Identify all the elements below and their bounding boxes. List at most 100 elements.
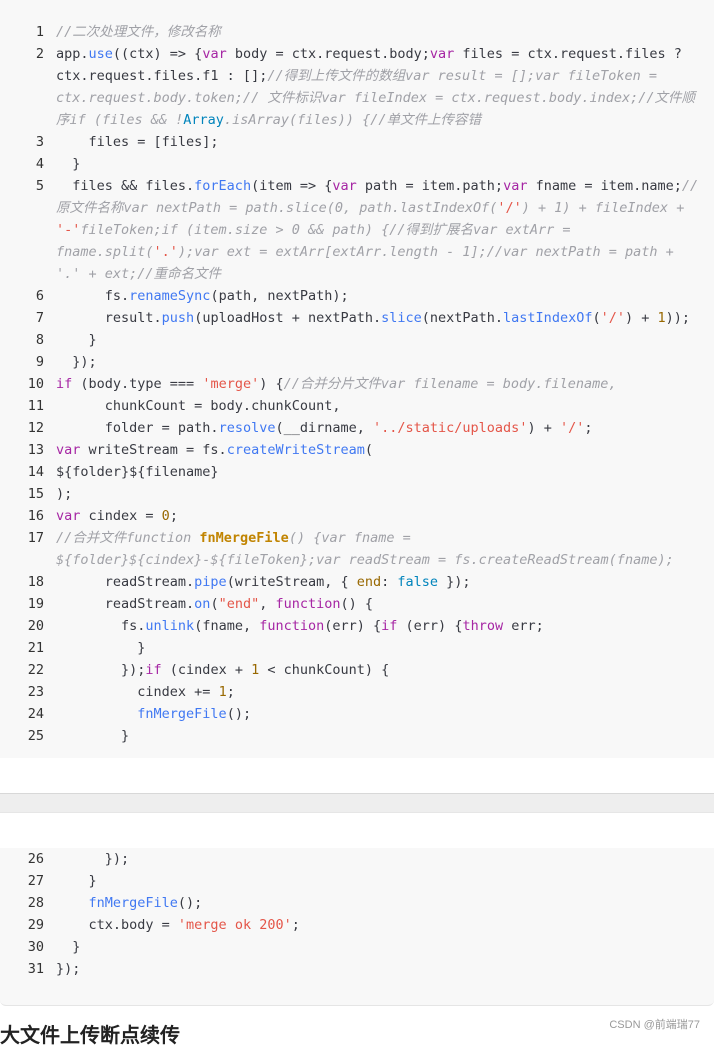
code-line: } [56,870,706,892]
code-line: chunkCount = body.chunkCount, [56,395,706,417]
code-token: }); [56,851,130,867]
code-line: //二次处理文件，修改名称 [56,21,706,43]
code-token: } [56,332,97,348]
code-token: ; [169,508,178,524]
code-token: ) { [259,376,284,392]
code-token: folder = path. [56,420,219,436]
section-divider [0,793,714,813]
code-token: ${folder}${cindex}-${fileToken};var read… [56,552,674,568]
code-token: (fname, [194,618,260,634]
code-line: } [56,153,706,175]
code-line: }); [56,351,706,373]
code-token: (); [177,895,203,911]
code-token: ; [226,684,235,700]
line-number: 22 [27,662,44,678]
code-token: if [56,376,73,392]
code-token: createWriteStream [226,442,365,458]
code-line: }); [56,958,706,980]
code-line: ctx.request.body.token;// 文件标识var fileIn… [56,87,706,109]
code-token: if [145,662,162,678]
code-line: } [56,329,706,351]
code-token: slice [381,310,422,326]
code-token: (body.type === [72,376,203,392]
code-line: var cindex = 0; [56,505,706,527]
code-token: files = ctx.request.files ? [454,46,682,62]
code-token: : [381,574,398,590]
code-token: fnMergeFile [88,895,178,911]
code-token: } [56,939,81,955]
line-number: 17 [27,530,44,546]
code-token: chunkCount = body.chunkCount, [56,398,341,414]
code-token: fname = item.name; [527,178,682,194]
line-number: 10 [27,376,44,392]
code-token: }); [56,354,97,370]
code-token: fs. [56,288,130,304]
code-token: if [381,618,398,634]
code-token: (cindex + [161,662,252,678]
code-token: 序if (files && ! [56,112,184,128]
code-token: readStream. [56,574,195,590]
code-line: app.use((ctx) => {var body = ctx.request… [56,43,706,65]
line-number: 1 [35,24,44,40]
code-token: '../static/uploads' [373,420,528,436]
code-token: var [429,46,455,62]
code-token: '/' [600,310,625,326]
code-token: renameSync [129,288,211,304]
code-token: ) + [527,420,560,436]
code-token: unlink [145,618,195,634]
line-number: 26 [27,851,44,867]
code-line: files = [files]; [56,131,706,153]
code-token: ; [291,917,300,933]
code-line: ctx.body = 'merge ok 200'; [56,914,706,936]
code-token: files = [files]; [56,134,219,150]
code-token: ( [592,310,601,326]
line-number: 2 [35,46,44,62]
code-token: 原文件名称var nextPath = path.slice(0, path.l… [56,200,498,216]
line-number: 28 [27,895,44,911]
line-number: 5 [35,178,44,194]
code-token: ) + [624,310,658,326]
code-token: (uploadHost + nextPath. [194,310,382,326]
code-token: //合并文件function [56,530,200,546]
code-token: Array [183,112,224,128]
code-line: } [56,725,706,747]
code-token: (); [226,706,252,722]
line-number: 20 [27,618,44,634]
code-line: fnMergeFile(); [56,703,706,725]
line-number: 7 [35,310,44,326]
code-token: //二次处理文件，修改名称 [56,24,221,40]
line-number: 14 [27,464,44,480]
code-block-1: 1 //二次处理文件，修改名称 2 app.use((ctx) => {var bod… [0,0,714,758]
code-token: '.' + ext;//重命名文件 [56,266,222,282]
code-line: if (body.type === 'merge') {//合并分片文件var … [56,373,706,395]
code-line: '-'fileToken;if (item.size > 0 && path) … [56,219,706,241]
code-token: } [56,640,146,656]
code-token: forEach [194,178,252,194]
line-number: 24 [27,706,44,722]
code-token: false [397,574,439,590]
code-token: } [56,873,97,889]
line-number: 30 [27,939,44,955]
code-token: ctx.body = [56,917,178,933]
code-token: ( [364,442,374,458]
code-line: fname.split('.');var ext = extArr[extArr… [56,241,706,263]
code-line: } [56,637,706,659]
code-token: body = ctx.request.body; [226,46,430,62]
line-number: 9 [35,354,44,370]
code-token: cindex += [56,684,219,700]
line-number: 18 [27,574,44,590]
code-line: folder = path.resolve(__dirname, '../sta… [56,417,706,439]
code-token: var [202,46,227,62]
code-token: cindex = [80,508,162,524]
code-line: cindex += 1; [56,681,706,703]
code-token: 1 [251,662,260,678]
code-block-2: 26 }); 27 } 28 fnMergeFile(); 29 ctx.body =… [0,848,714,1006]
code-line: 原文件名称var nextPath = path.slice(0, path.l… [56,197,706,219]
code-token: '/' [559,420,585,436]
code-line: files && files.forEach(item => {var path… [56,175,706,197]
code-line: readStream.pipe(writeStream, { end: fals… [56,571,706,593]
code-token: '-' [56,222,81,238]
line-number: 25 [27,728,44,744]
code-token: use [88,46,113,62]
